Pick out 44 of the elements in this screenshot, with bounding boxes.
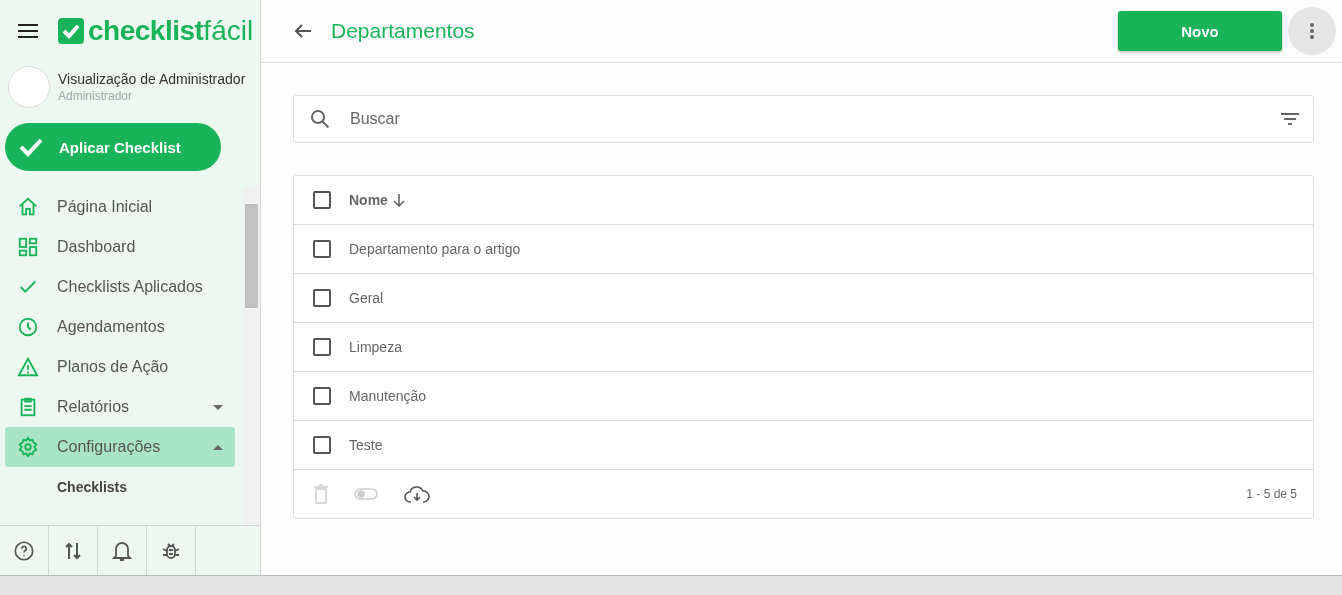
bug-icon <box>161 540 181 561</box>
check-icon <box>19 137 43 157</box>
download-button[interactable] <box>404 484 430 504</box>
user-role: Administrador <box>58 89 134 103</box>
select-all-checkbox[interactable] <box>313 191 331 209</box>
bell-icon <box>112 539 132 562</box>
row-checkbox[interactable] <box>313 387 331 405</box>
settings-icon <box>17 436 39 458</box>
warning-icon <box>17 356 39 378</box>
row-checkbox[interactable] <box>313 240 331 258</box>
dashboard-icon <box>17 236 39 258</box>
row-checkbox[interactable] <box>313 289 331 307</box>
scrollbar[interactable] <box>243 187 260 525</box>
table-cell: Geral <box>349 290 384 306</box>
up-down-arrows-icon <box>65 540 81 561</box>
nav-item[interactable]: Agendamentos <box>5 307 235 347</box>
nav-item[interactable]: Página Inicial <box>5 187 235 227</box>
search-field[interactable]: Buscar <box>293 95 1314 143</box>
sort-arrow-icon <box>391 193 406 207</box>
row-checkbox[interactable] <box>313 338 331 356</box>
clock-icon <box>17 316 39 338</box>
row-checkbox[interactable] <box>313 436 331 454</box>
table-cell: Manutenção <box>349 388 427 404</box>
nav-item[interactable]: Planos de Ação <box>5 347 235 387</box>
filter-icon[interactable] <box>1281 113 1299 125</box>
nav-item[interactable]: Relatórios <box>5 387 235 427</box>
avatar <box>8 66 50 108</box>
logo: checklistfácil <box>58 15 254 47</box>
table-cell: Limpeza <box>349 339 402 355</box>
user-name: Visualização de Administrador <box>58 71 246 87</box>
home-icon <box>17 196 39 218</box>
menu-icon[interactable] <box>18 24 38 38</box>
column-header[interactable]: Nome <box>349 192 406 208</box>
pagination-text: 1 - 5 de 5 <box>1246 487 1297 501</box>
more-icon <box>1310 23 1314 39</box>
table-cell: Teste <box>349 437 383 453</box>
nav-subitem[interactable]: Checklists <box>5 467 235 507</box>
table-cell: Departamento para o artigo <box>349 241 521 257</box>
nav-item[interactable]: Dashboard <box>5 227 235 267</box>
page-title: Departamentos <box>331 19 476 43</box>
nav-item[interactable]: Checklists Aplicados <box>5 267 235 307</box>
help-icon <box>13 539 35 562</box>
search-icon <box>310 109 330 129</box>
nav-item[interactable]: Configurações <box>5 427 235 467</box>
